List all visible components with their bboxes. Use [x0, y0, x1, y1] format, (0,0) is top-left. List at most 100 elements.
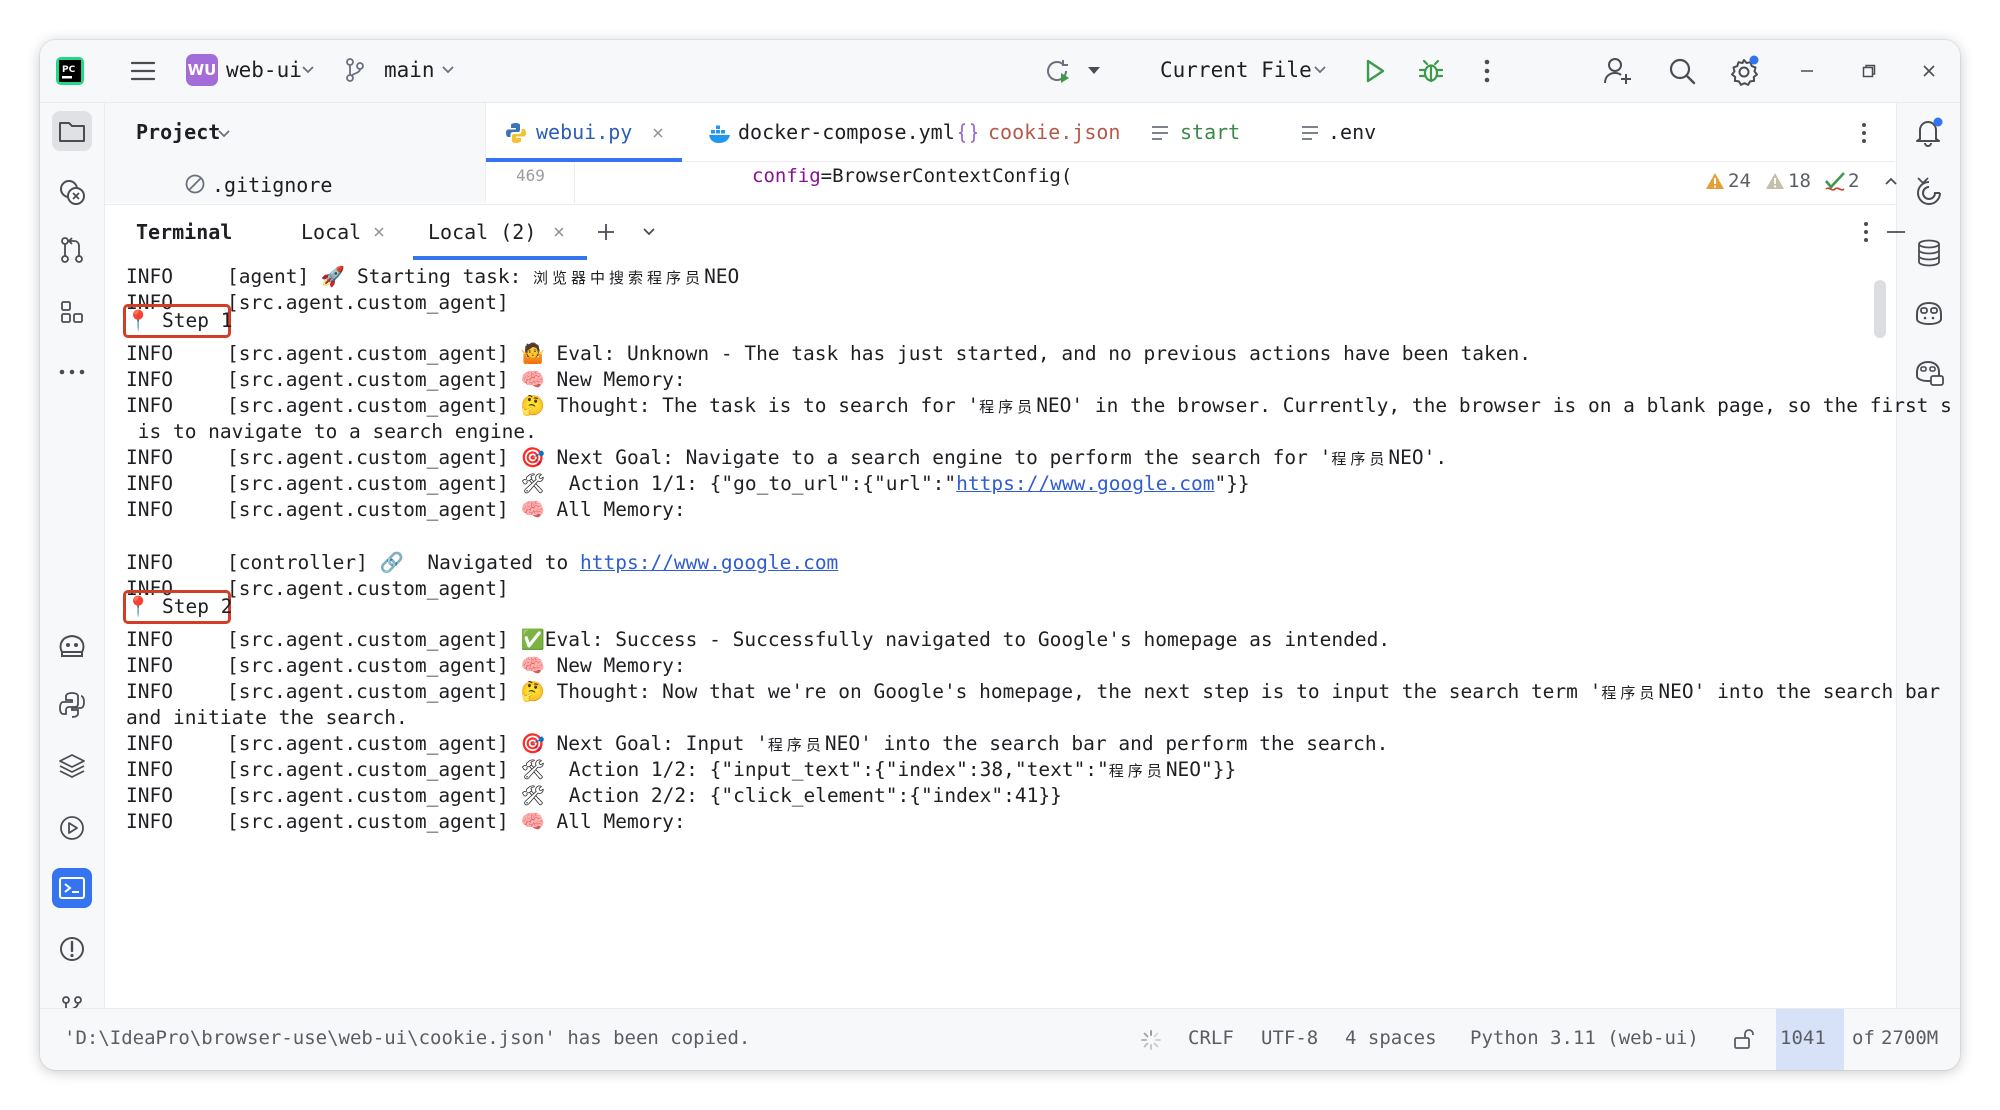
tab-webui-py[interactable]: webui.py [536, 120, 632, 144]
terminal-options-icon[interactable] [1853, 219, 1879, 245]
structure-tool-icon[interactable] [52, 292, 92, 332]
database-icon[interactable] [1909, 233, 1949, 273]
minimize-window-icon[interactable] [1794, 58, 1820, 84]
brain-icon: 🧠 [520, 368, 545, 391]
title-bar: PC WU web-ui main Current File [40, 40, 1960, 103]
tab-options-icon[interactable] [1850, 119, 1878, 147]
target-icon: 🎯 [520, 446, 545, 469]
close-window-icon[interactable] [1916, 58, 1942, 84]
chevron-down-icon[interactable] [1310, 60, 1330, 80]
log-line: INFO [src.agent.custom_agent] 🤔 Thought: … [126, 680, 1941, 703]
tab-local-2[interactable]: Local (2) [428, 220, 536, 244]
python-interpreter[interactable]: Python 3.11 (web-ui) [1470, 1027, 1699, 1049]
json-file-icon [956, 121, 980, 145]
python-console-icon[interactable] [52, 685, 92, 725]
ide-window: PC WU web-ui main Current File Project .… [40, 40, 1960, 1070]
line-separator[interactable]: CRLF [1188, 1027, 1234, 1049]
close-tab-icon[interactable] [551, 224, 567, 240]
settings-gear-icon[interactable] [1726, 53, 1762, 89]
memory-used[interactable]: 1041 [1780, 1027, 1826, 1049]
services-tool-icon[interactable] [52, 172, 92, 212]
hide-panel-icon[interactable] [1883, 219, 1909, 245]
project-name[interactable]: web-ui [226, 58, 302, 82]
main-menu-icon[interactable] [126, 54, 160, 88]
tools-icon: 🛠 [520, 784, 546, 807]
run-dashboard-icon[interactable] [1042, 54, 1076, 88]
more-actions-icon[interactable] [1470, 54, 1504, 88]
indent-setting[interactable]: 4 spaces [1345, 1027, 1437, 1049]
terminal-output[interactable]: INFO [agent] 🚀 Starting task: 浏览器中搜索程序员NE… [105, 260, 1952, 1008]
warning-count[interactable]: 24 [1728, 170, 1751, 192]
python-packages-icon[interactable] [52, 625, 92, 665]
project-badge[interactable]: WU [186, 54, 218, 86]
notifications-bell-icon[interactable] [1909, 112, 1949, 152]
log-line: INFO [src.agent.custom_agent] 🧠 All Memor… [126, 498, 686, 521]
typo-count[interactable]: 2 [1848, 170, 1859, 192]
terminal-scrollbar[interactable] [1874, 280, 1886, 338]
weak-warning-icon[interactable] [1764, 170, 1786, 192]
step-2-label: 📍 Step 2 [126, 595, 233, 618]
warning-icon[interactable] [1704, 170, 1726, 192]
project-panel-title[interactable]: Project [136, 120, 220, 144]
pin-icon: 📍 [126, 595, 151, 618]
branch-icon[interactable] [342, 56, 368, 84]
run-tool-icon[interactable] [52, 808, 92, 848]
log-line: INFO [src.agent.custom_agent] ✅Eval: Succ… [126, 628, 1391, 651]
pull-requests-tool-icon[interactable] [52, 230, 92, 270]
layers-tool-icon[interactable] [52, 746, 92, 786]
editor-area[interactable]: 469 config=BrowserContextConfig( 24 18 2 [486, 162, 1929, 203]
tab-docker-compose[interactable]: docker-compose.yml [738, 120, 955, 144]
tab-env[interactable]: .env [1328, 120, 1376, 144]
log-line: INFO [src.agent.custom_agent] 🎯 Next Goal… [126, 446, 1448, 469]
chevron-down-icon[interactable] [215, 125, 233, 143]
log-line: INFO [src.agent.custom_agent] 🧠 All Memor… [126, 810, 686, 833]
left-tool-strip [40, 103, 105, 1022]
restore-window-icon[interactable] [1856, 58, 1882, 84]
tree-item-gitignore[interactable]: .gitignore [212, 173, 332, 197]
chevron-down-icon[interactable] [639, 222, 659, 242]
log-line: INFO [controller] 🔗 Navigated to https://… [126, 551, 839, 574]
debug-icon[interactable] [1414, 54, 1448, 88]
tab-start[interactable]: start [1180, 120, 1240, 144]
weak-warning-count[interactable]: 18 [1788, 170, 1811, 192]
more-tools-icon[interactable] [52, 352, 92, 392]
log-line: INFO [src.agent.custom_agent] 🧠 New Memor… [126, 654, 686, 677]
close-tab-icon[interactable] [650, 125, 666, 141]
search-icon[interactable] [1664, 53, 1700, 89]
log-line: INFO [src.agent.custom_agent] 🎯 Next Goal… [126, 732, 1389, 755]
memory-total[interactable]: 2700M [1881, 1027, 1938, 1049]
chevron-down-icon[interactable] [298, 60, 318, 80]
run-icon[interactable] [1358, 54, 1392, 88]
problems-tool-icon[interactable] [52, 929, 92, 969]
pycharm-logo-icon: PC [54, 55, 86, 87]
pin-icon: 📍 [126, 309, 151, 332]
project-tool-icon[interactable] [52, 111, 92, 151]
add-user-icon[interactable] [1600, 53, 1636, 89]
log-line: INFO [src.agent.custom_agent] 🤷 Eval: Unk… [126, 342, 1531, 365]
google-link[interactable]: https://www.google.com [956, 472, 1214, 495]
tab-cookie-json[interactable]: cookie.json [988, 120, 1120, 144]
chevron-down-icon[interactable] [438, 60, 458, 80]
branch-name[interactable]: main [384, 58, 435, 82]
typo-check-icon[interactable] [1824, 170, 1846, 192]
previous-highlight-icon[interactable] [1882, 173, 1900, 189]
link-icon: 🔗 [379, 551, 404, 574]
close-tab-icon[interactable] [371, 224, 387, 240]
caret-down-icon[interactable] [1084, 60, 1104, 80]
brain-icon: 🧠 [520, 810, 545, 833]
terminal-tool-icon[interactable] [52, 868, 92, 908]
tab-local[interactable]: Local [301, 220, 361, 244]
file-encoding[interactable]: UTF-8 [1261, 1027, 1318, 1049]
thinking-face-icon: 🤔 [520, 680, 545, 703]
unlock-icon[interactable] [1730, 1026, 1756, 1052]
thinking-face-icon: 🤔 [520, 394, 545, 417]
code-line[interactable]: config=BrowserContextConfig( [752, 165, 1072, 187]
next-highlight-icon[interactable] [1914, 173, 1932, 189]
new-tab-plus-icon[interactable] [593, 219, 619, 245]
run-config-selector[interactable]: Current File [1160, 58, 1312, 82]
google-link[interactable]: https://www.google.com [580, 551, 838, 574]
copilot-chat-icon[interactable] [1909, 353, 1949, 393]
copilot-icon[interactable] [1909, 293, 1949, 333]
ignored-file-icon [183, 172, 207, 196]
status-message[interactable]: 'D:\IdeaPro\browser-use\web-ui\cookie.js… [64, 1027, 750, 1049]
